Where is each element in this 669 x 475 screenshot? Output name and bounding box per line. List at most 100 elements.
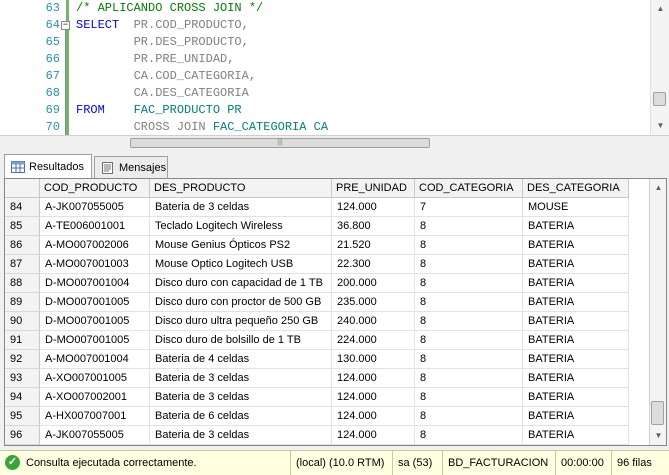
table-cell[interactable]: Bateria de 3 celdas [150, 369, 332, 388]
table-cell[interactable]: D-MO007001004 [40, 274, 150, 293]
table-cell[interactable]: BATERIA [523, 255, 629, 274]
table-row[interactable]: 94 A-XO007002001 Bateria de 3 celdas 124.00… [5, 388, 649, 407]
table-cell[interactable]: BATERIA [523, 312, 629, 331]
table-row[interactable]: 92 A-MO007001004 Bateria de 4 celdas 130.00… [5, 350, 649, 369]
table-cell[interactable]: 8 [415, 407, 523, 426]
table-cell[interactable]: D-MO007001005 [40, 293, 150, 312]
table-row[interactable]: 95 A-HX007007001 Bateria de 6 celdas 124.00… [5, 407, 649, 426]
row-number[interactable]: 84 [5, 198, 40, 217]
table-cell[interactable]: BATERIA [523, 388, 629, 407]
row-number[interactable]: 85 [5, 217, 40, 236]
scroll-down-icon[interactable]: ▼ [652, 117, 669, 134]
editor-horizontal-scrollbar[interactable]: ||| [0, 135, 669, 150]
code-line[interactable]: 63 /* APLICANDO CROSS JOIN */ [0, 0, 650, 17]
table-cell[interactable]: BATERIA [523, 331, 629, 350]
table-cell[interactable]: 124.000 [332, 388, 415, 407]
table-row[interactable]: 89 D-MO007001005 Disco duro con proctor de… [5, 293, 649, 312]
table-cell[interactable]: Disco duro de bolsillo de 1 TB [150, 331, 332, 350]
table-row[interactable]: 85 A-TE006001001 Teclado Logitech Wireless… [5, 217, 649, 236]
table-cell[interactable]: D-MO007001005 [40, 331, 150, 350]
table-cell[interactable]: MOUSE [523, 198, 629, 217]
column-header[interactable]: DES_PRODUCTO [150, 179, 332, 198]
table-cell[interactable]: 240.000 [332, 312, 415, 331]
table-cell[interactable]: BATERIA [523, 274, 629, 293]
table-row[interactable]: 88 D-MO007001004 Disco duro con capacidad … [5, 274, 649, 293]
scroll-up-icon[interactable]: ▲ [650, 179, 666, 196]
table-cell[interactable]: 130.000 [332, 350, 415, 369]
table-cell[interactable]: 124.000 [332, 198, 415, 217]
table-cell[interactable]: A-JK007055005 [40, 198, 150, 217]
code-line[interactable]: 65 PR.DES_PRODUCTO, [0, 34, 650, 51]
grid-vscroll-thumb[interactable] [651, 401, 664, 425]
table-cell[interactable]: Bateria de 6 celdas [150, 407, 332, 426]
table-cell[interactable]: Mouse Genius Ópticos PS2 [150, 236, 332, 255]
editor-hscroll-thumb[interactable]: ||| [130, 138, 430, 148]
table-cell[interactable]: BATERIA [523, 293, 629, 312]
table-row[interactable]: 87 A-MO007001003 Mouse Optico Logitech USB… [5, 255, 649, 274]
table-cell[interactable]: BATERIA [523, 217, 629, 236]
table-cell[interactable]: 8 [415, 236, 523, 255]
row-number[interactable]: 90 [5, 312, 40, 331]
table-row[interactable]: 96 A-JK007055005 Bateria de 3 celdas 124.00… [5, 426, 649, 445]
table-cell[interactable]: 224.000 [332, 331, 415, 350]
row-number[interactable]: 89 [5, 293, 40, 312]
table-cell[interactable]: 8 [415, 426, 523, 445]
code-line[interactable]: 70 CROSS JOIN FAC_CATEGORIA CA [0, 119, 650, 135]
tab-mensajes[interactable]: Mensajes [94, 156, 168, 178]
scroll-down-icon[interactable]: ▼ [650, 427, 666, 444]
table-cell[interactable]: Bateria de 3 celdas [150, 198, 332, 217]
table-cell[interactable]: A-XO007001005 [40, 369, 150, 388]
table-cell[interactable]: Bateria de 3 celdas [150, 426, 332, 445]
table-cell[interactable]: A-MO007001004 [40, 350, 150, 369]
row-number[interactable]: 87 [5, 255, 40, 274]
table-cell[interactable]: 8 [415, 331, 523, 350]
column-header[interactable]: PRE_UNIDAD [332, 179, 415, 198]
editor-vscroll-thumb[interactable] [653, 92, 666, 106]
table-cell[interactable]: BATERIA [523, 369, 629, 388]
row-number[interactable]: 95 [5, 407, 40, 426]
table-cell[interactable]: BATERIA [523, 426, 629, 445]
row-number[interactable]: 91 [5, 331, 40, 350]
table-cell[interactable]: 8 [415, 255, 523, 274]
results-grid[interactable]: COD_PRODUCTO DES_PRODUCTO PRE_UNIDAD COD… [4, 178, 667, 446]
table-cell[interactable]: Bateria de 4 celdas [150, 350, 332, 369]
code-line[interactable]: 66 PR.PRE_UNIDAD, [0, 51, 650, 68]
code-area[interactable]: − 63/* APLICANDO CROSS JOIN */64 SELECT P… [0, 0, 650, 135]
table-cell[interactable]: Disco duro con proctor de 500 GB [150, 293, 332, 312]
table-cell[interactable]: 22.300 [332, 255, 415, 274]
table-row[interactable]: 84 A-JK007055005 Bateria de 3 celdas 124.00… [5, 198, 649, 217]
query-editor[interactable]: − 63/* APLICANDO CROSS JOIN */64 SELECT P… [0, 0, 669, 135]
table-cell[interactable]: D-MO007001005 [40, 312, 150, 331]
table-row[interactable]: 90 D-MO007001005 Disco duro ultra pequeño … [5, 312, 649, 331]
table-cell[interactable]: BATERIA [523, 236, 629, 255]
table-cell[interactable]: A-JK007055005 [40, 426, 150, 445]
grid-vertical-scrollbar[interactable]: ▲ ▼ [649, 179, 666, 445]
row-number[interactable]: 93 [5, 369, 40, 388]
row-number-header[interactable] [5, 179, 40, 198]
table-cell[interactable]: 8 [415, 369, 523, 388]
row-number[interactable]: 94 [5, 388, 40, 407]
table-cell[interactable]: A-HX007007001 [40, 407, 150, 426]
table-cell[interactable]: 124.000 [332, 369, 415, 388]
table-cell[interactable]: 8 [415, 217, 523, 236]
table-cell[interactable]: 21.520 [332, 236, 415, 255]
table-cell[interactable]: 8 [415, 293, 523, 312]
tab-resultados[interactable]: Resultados [4, 154, 92, 178]
table-cell[interactable]: 36.800 [332, 217, 415, 236]
table-row[interactable]: 93 A-XO007001005 Bateria de 3 celdas 124.00… [5, 369, 649, 388]
row-number[interactable]: 88 [5, 274, 40, 293]
table-cell[interactable]: A-TE006001001 [40, 217, 150, 236]
table-cell[interactable]: 8 [415, 312, 523, 331]
table-cell[interactable]: Disco duro ultra pequeño 250 GB [150, 312, 332, 331]
table-cell[interactable]: Teclado Logitech Wireless [150, 217, 332, 236]
table-cell[interactable]: 124.000 [332, 426, 415, 445]
table-cell[interactable]: 124.000 [332, 407, 415, 426]
column-header[interactable]: COD_CATEGORIA [415, 179, 523, 198]
table-cell[interactable]: 8 [415, 274, 523, 293]
column-header[interactable]: DES_CATEGORIA [523, 179, 629, 198]
row-number[interactable]: 96 [5, 426, 40, 445]
table-row[interactable]: 86 A-MO007002006 Mouse Genius Ópticos PS2 2… [5, 236, 649, 255]
table-cell[interactable]: A-XO007002001 [40, 388, 150, 407]
code-line[interactable]: 68 CA.DES_CATEGORIA [0, 85, 650, 102]
table-cell[interactable]: Disco duro con capacidad de 1 TB [150, 274, 332, 293]
